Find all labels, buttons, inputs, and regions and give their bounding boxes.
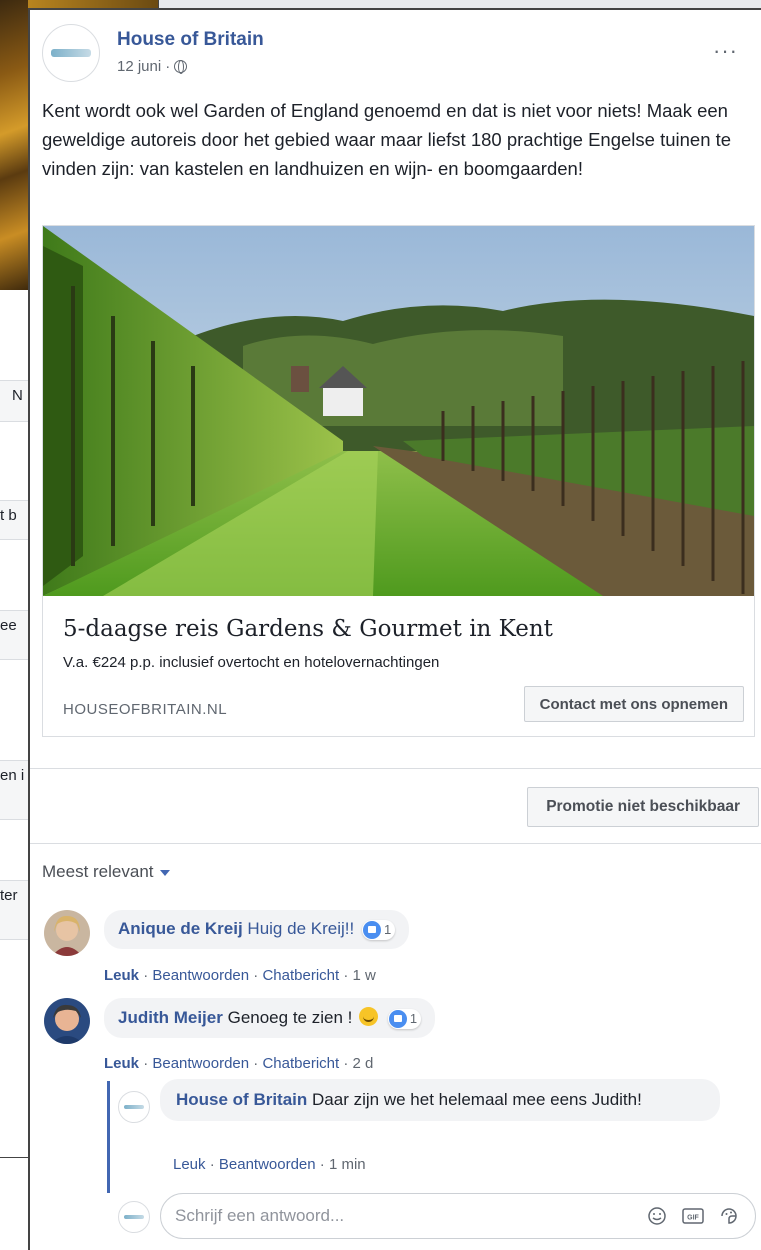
tagged-name[interactable]: Huig de Kreij!! <box>247 919 354 938</box>
comment-bubble: Anique de Kreij Huig de Kreij!! 1 <box>104 910 410 949</box>
comment-author[interactable]: Judith Meijer <box>118 1008 223 1027</box>
reply-text: Daar zijn we het helemaal mee eens Judit… <box>312 1090 642 1109</box>
reply-author[interactable]: House of Britain <box>176 1090 307 1109</box>
meta-separator: · <box>165 58 171 75</box>
separator: · <box>209 1156 215 1173</box>
orchard-photo <box>43 226 754 596</box>
like-count: 1 <box>383 922 392 938</box>
separator: · <box>319 1156 325 1173</box>
like-action[interactable]: Leuk <box>104 967 139 984</box>
post-card: House of Britain 12 juni · ··· Kent word… <box>28 8 761 1250</box>
comment-bubble: Judith Meijer Genoeg te zien ! 1 <box>104 998 436 1038</box>
contact-button[interactable]: Contact met ons opnemen <box>523 686 744 722</box>
link-description: V.a. €224 p.p. inclusief overtocht en ho… <box>63 654 440 671</box>
link-domain: HOUSEOFBRITAIN.NL <box>63 701 228 718</box>
comment-time[interactable]: 1 w <box>353 967 376 984</box>
chat-action[interactable]: Chatbericht <box>262 1055 339 1072</box>
reply-time[interactable]: 1 min <box>329 1156 366 1173</box>
background-fragment: N <box>0 380 30 422</box>
separator: · <box>343 967 349 984</box>
background-fragment: ter <box>0 880 30 940</box>
background-fragment: t b <box>0 500 30 540</box>
post-header: House of Britain 12 juni · ··· <box>42 24 742 84</box>
post-text: Kent wordt ook wel Garden of England gen… <box>42 100 732 179</box>
reply-input[interactable] <box>175 1206 633 1226</box>
reply-thread-line <box>107 1081 110 1193</box>
gif-icon[interactable]: GIF <box>681 1204 705 1228</box>
reply-action[interactable]: Beantwoorden <box>219 1156 316 1173</box>
like-count: 1 <box>409 1011 418 1027</box>
page-avatar <box>118 1201 150 1233</box>
more-options-icon[interactable]: ··· <box>713 38 738 64</box>
link-title[interactable]: 5-daagse reis Gardens & Gourmet in Kent <box>63 616 553 642</box>
like-action[interactable]: Leuk <box>173 1156 206 1173</box>
like-icon <box>388 1009 407 1028</box>
page-avatar[interactable] <box>118 1091 150 1123</box>
chevron-down-icon <box>159 870 170 876</box>
reaction-count[interactable]: 1 <box>387 1008 422 1029</box>
background-divider <box>0 1157 30 1158</box>
page-logo <box>124 1215 144 1219</box>
separator: · <box>143 1055 149 1072</box>
reply-action[interactable]: Beantwoorden <box>152 967 249 984</box>
page-logo <box>51 49 91 57</box>
avatar-photo <box>44 910 90 956</box>
comment-time[interactable]: 2 d <box>353 1055 374 1072</box>
separator: · <box>253 967 259 984</box>
background-fragment: en i <box>0 760 30 820</box>
promotion-unavailable-button[interactable]: Promotie niet beschikbaar <box>527 787 759 827</box>
reply-input-box[interactable]: GIF <box>160 1193 756 1239</box>
separator: · <box>253 1055 259 1072</box>
comment-text: Genoeg te zien ! <box>227 1008 353 1027</box>
page-name-link[interactable]: House of Britain <box>117 29 264 51</box>
reply-actions: Leuk · Beantwoorden · 1 min <box>173 1156 366 1173</box>
reaction-count[interactable]: 1 <box>361 919 396 940</box>
emoji-icon[interactable] <box>645 1204 669 1228</box>
smile-emoji-icon <box>359 1007 379 1026</box>
reply-action[interactable]: Beantwoorden <box>152 1055 249 1072</box>
avatar[interactable] <box>44 998 90 1044</box>
background-fragment: ee <box>0 610 30 660</box>
avatar-photo <box>44 998 90 1044</box>
post-date[interactable]: 12 juni <box>117 58 161 75</box>
gif-label: GIF <box>687 1215 699 1222</box>
reply-bubble: House of Britain Daar zijn we het helema… <box>160 1079 720 1121</box>
background-photo <box>0 0 28 290</box>
screenshot-stage: N t b ee en i ter House of Britain 12 ju… <box>0 0 761 1250</box>
page-logo <box>124 1105 144 1109</box>
comment-sort-dropdown[interactable]: Meest relevant <box>42 862 170 882</box>
divider <box>30 768 761 769</box>
link-preview-image[interactable] <box>43 226 754 596</box>
sticker-icon[interactable] <box>717 1204 741 1228</box>
like-icon <box>362 920 381 939</box>
like-action[interactable]: Leuk <box>104 1055 139 1072</box>
comment-actions: Leuk · Beantwoorden · Chatbericht · 1 w <box>104 967 376 984</box>
post-meta: 12 juni · <box>117 58 188 75</box>
globe-icon <box>174 60 188 74</box>
separator: · <box>343 1055 349 1072</box>
chat-action[interactable]: Chatbericht <box>262 967 339 984</box>
comment-author[interactable]: Anique de Kreij <box>118 919 243 938</box>
divider <box>30 843 761 844</box>
comment-actions: Leuk · Beantwoorden · Chatbericht · 2 d <box>104 1055 373 1072</box>
avatar[interactable] <box>44 910 90 956</box>
sort-label: Meest relevant <box>42 862 154 881</box>
page-avatar[interactable] <box>42 24 100 82</box>
separator: · <box>143 967 149 984</box>
link-preview[interactable]: 5-daagse reis Gardens & Gourmet in Kent … <box>42 225 755 737</box>
